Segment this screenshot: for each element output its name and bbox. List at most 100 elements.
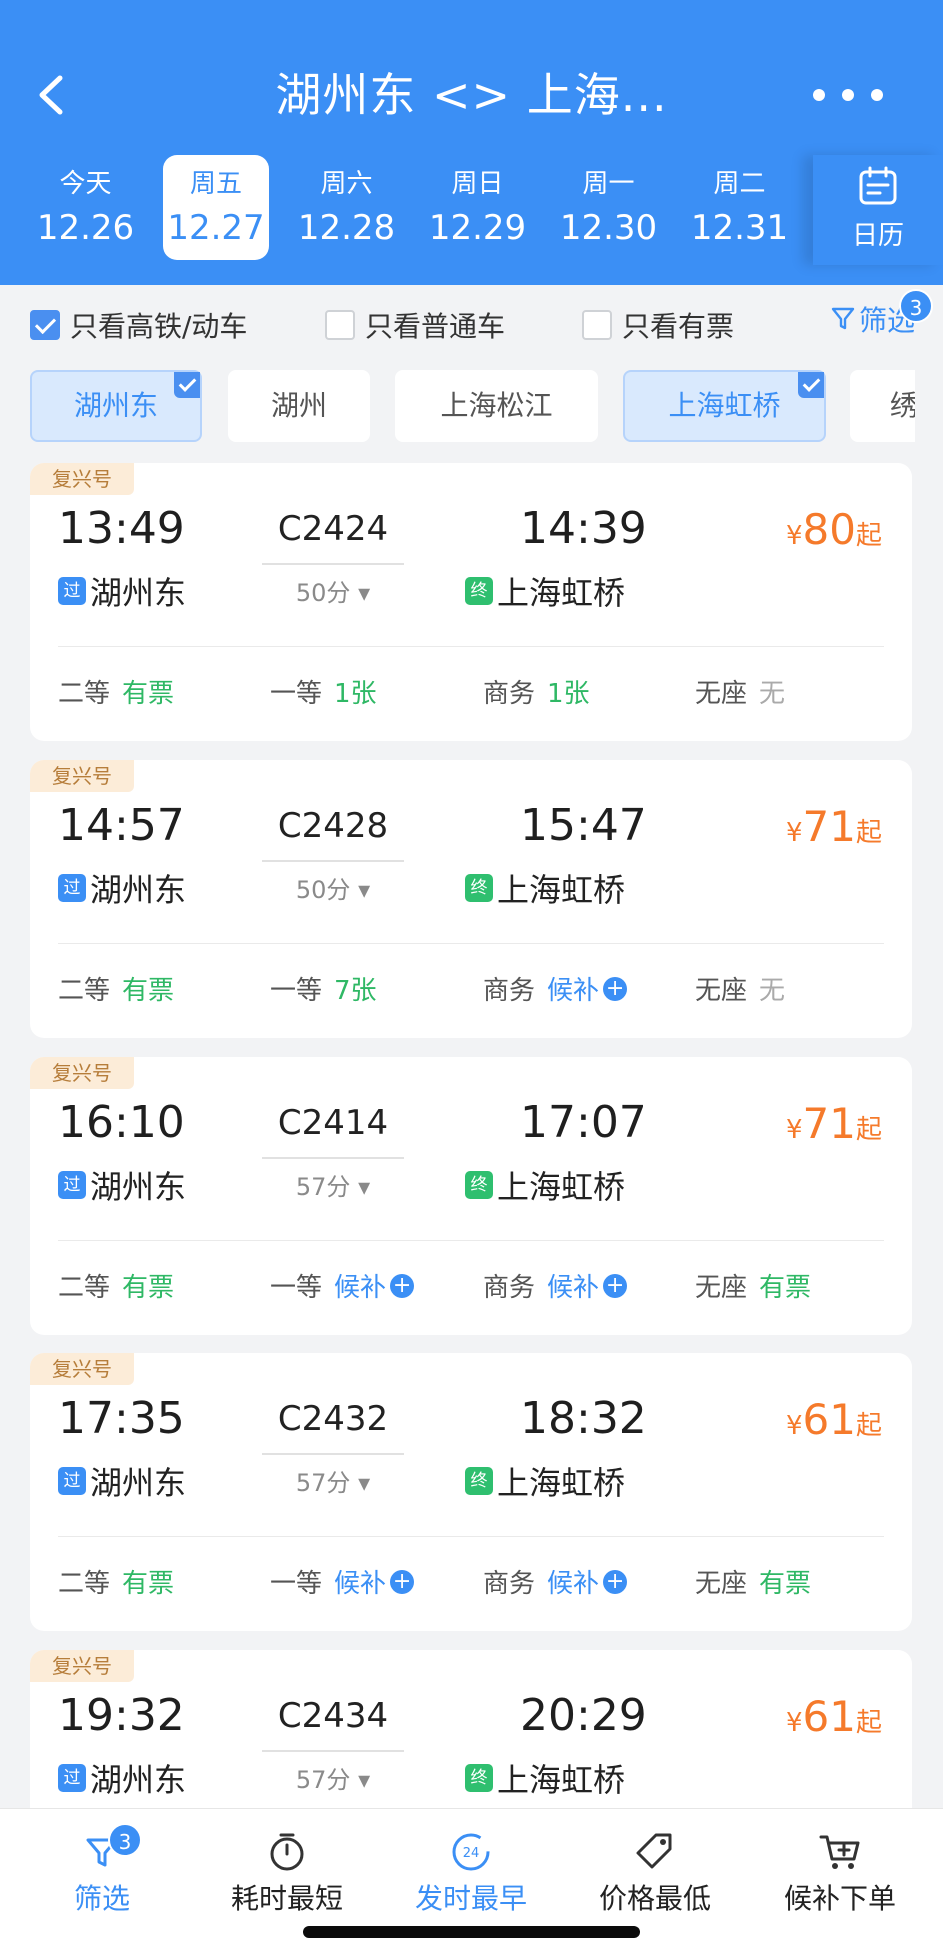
check-corner-icon [798, 372, 824, 398]
seat-second-class: 二等 有票 [58, 1267, 174, 1304]
departure-time: 19:32 [58, 1690, 185, 1741]
seat-label: 二等 [58, 1569, 111, 1599]
from-station: 过湖州东 [58, 1458, 186, 1504]
price-suffix: 起 [855, 818, 882, 848]
date-value: 12.27 [167, 208, 265, 248]
from-station-name: 湖州东 [90, 871, 187, 909]
price: ¥61起 [786, 1692, 882, 1741]
date-value: 12.26 [36, 208, 135, 248]
to-station-name: 上海虹桥 [497, 574, 626, 612]
terminal-icon: 终 [465, 874, 493, 902]
tab-waitlist-order[interactable]: 候补下单 [760, 1827, 920, 1917]
arrival-time: 14:39 [520, 503, 647, 554]
train-card[interactable]: 复兴号 17:35 C2432 57分 ▾ 18:32 ¥61起 过湖州东 终上… [30, 1353, 912, 1631]
price-currency: ¥ [785, 1115, 803, 1145]
date-tab[interactable]: 周二 12.31 [674, 155, 805, 260]
date-tab-selected[interactable]: 周五 12.27 [163, 155, 269, 260]
date-tab[interactable]: 周六 12.28 [281, 155, 412, 260]
from-station: 过湖州东 [58, 865, 186, 911]
route-title[interactable]: 湖州东 <> 上海... [150, 60, 793, 130]
tab-shortest-duration[interactable]: 耗时最短 [207, 1827, 367, 1917]
checkbox-label: 只看高铁/动车 [70, 310, 248, 343]
station-chip[interactable]: 绣 [850, 370, 915, 442]
seat-label: 无座 [695, 1569, 748, 1599]
duration[interactable]: 50分 ▾ [262, 573, 404, 608]
screen-filter-button[interactable]: 筛选 3 [831, 289, 933, 339]
seat-business[interactable]: 商务 候补 + [483, 1267, 628, 1304]
seat-availability: 候补 [334, 1569, 387, 1599]
seat-availability: 候补 [547, 1569, 600, 1599]
available-only-checkbox[interactable]: 只看有票 [582, 305, 734, 345]
to-station: 终上海虹桥 [465, 1755, 625, 1801]
triangle-down-icon: ▾ [358, 1766, 371, 1794]
seat-availability: 候补 [547, 1273, 600, 1303]
back-arrow-icon [39, 75, 63, 115]
terminal-icon: 终 [465, 1171, 493, 1199]
tab-lowest-price[interactable]: 价格最低 [575, 1827, 735, 1917]
seat-first-class[interactable]: 一等 候补 + [270, 1563, 415, 1600]
tab-filter[interactable]: 3 筛选 [22, 1823, 182, 1917]
duration-line [262, 860, 404, 862]
seat-availability: 候补 [547, 976, 600, 1006]
price-suffix: 起 [855, 1708, 882, 1738]
normal-train-only-checkbox[interactable]: 只看普通车 [325, 305, 505, 345]
date-tab[interactable]: 周一 12.30 [543, 155, 674, 260]
seat-label: 二等 [58, 976, 111, 1006]
checkbox-label: 只看有票 [622, 310, 735, 343]
station-chip[interactable]: 湖州 [228, 370, 370, 442]
train-number: C2434 [277, 1696, 389, 1736]
price-currency: ¥ [785, 1411, 803, 1441]
train-card[interactable]: 复兴号 14:57 C2428 50分 ▾ 15:47 ¥71起 过湖州东 终上… [30, 760, 912, 1038]
more-icon[interactable] [813, 72, 883, 118]
filter-row: 只看高铁/动车 只看普通车 只看有票 筛选 3 [0, 285, 943, 360]
fuxing-tag: 复兴号 [30, 1353, 134, 1385]
date-selector: 今天 12.26 周五 12.27 周六 12.28 周日 12.29 周一 1… [20, 155, 810, 260]
train-card[interactable]: 复兴号 13:49 C2424 50分 ▾ 14:39 ¥80起 过湖州东 终上… [30, 463, 912, 741]
train-number: C2428 [277, 806, 389, 846]
seat-no-seat: 无座无 [695, 673, 785, 710]
tab-label: 候补下单 [783, 1882, 896, 1915]
station-chip-selected[interactable]: 上海虹桥 [623, 370, 826, 442]
pass-through-icon: 过 [58, 874, 86, 902]
back-button[interactable] [28, 70, 78, 120]
home-indicator[interactable] [303, 1926, 640, 1938]
seat-first-class[interactable]: 一等 候补 + [270, 1267, 415, 1304]
checkbox-label: 只看普通车 [365, 310, 506, 343]
from-station: 过湖州东 [58, 1162, 186, 1208]
station-chip[interactable]: 上海松江 [395, 370, 598, 442]
date-tab[interactable]: 周日 12.29 [412, 155, 543, 260]
price-value: 61 [802, 1395, 856, 1444]
stopwatch-icon [270, 1833, 304, 1871]
price-value: 80 [802, 505, 856, 554]
station-chip-label: 上海松江 [440, 389, 553, 422]
seat-availability: 有票 [122, 1273, 175, 1303]
price-suffix: 起 [855, 1411, 882, 1441]
header: 湖州东 <> 上海... 今天 12.26 周五 12.27 周六 12.28 … [0, 0, 943, 285]
duration[interactable]: 57分 ▾ [262, 1167, 404, 1202]
triangle-down-icon: ▾ [358, 1469, 371, 1497]
duration[interactable]: 57分 ▾ [262, 1463, 404, 1498]
duration[interactable]: 57分 ▾ [262, 1760, 404, 1795]
departure-time: 16:10 [58, 1097, 185, 1148]
duration-text: 50分 [295, 579, 351, 607]
train-card[interactable]: 复兴号 16:10 C2414 57分 ▾ 17:07 ¥71起 过湖州东 终上… [30, 1057, 912, 1335]
date-weekday: 周二 [713, 169, 766, 199]
duration[interactable]: 50分 ▾ [262, 870, 404, 905]
high-speed-only-checkbox[interactable]: 只看高铁/动车 [30, 305, 247, 345]
price-value: 61 [802, 1692, 856, 1741]
price-value: 71 [802, 1099, 856, 1148]
date-tab[interactable]: 今天 12.26 [20, 155, 151, 260]
to-station: 终上海虹桥 [465, 1162, 625, 1208]
station-chip-label: 湖州东 [73, 389, 158, 422]
seat-business[interactable]: 商务 候补 + [483, 1563, 628, 1600]
station-chip-selected[interactable]: 湖州东 [30, 370, 202, 442]
date-value: 12.29 [428, 208, 527, 248]
duration-text: 57分 [295, 1469, 351, 1497]
date-value: 12.31 [690, 208, 789, 248]
to-station-name: 上海虹桥 [497, 1761, 626, 1799]
calendar-button[interactable]: 日历 [813, 155, 943, 265]
pass-through-icon: 过 [58, 1171, 86, 1199]
seat-business[interactable]: 商务 候补 + [483, 970, 628, 1007]
duration-line [262, 1453, 404, 1455]
tab-earliest-departure[interactable]: 24 发时最早 [391, 1827, 551, 1917]
